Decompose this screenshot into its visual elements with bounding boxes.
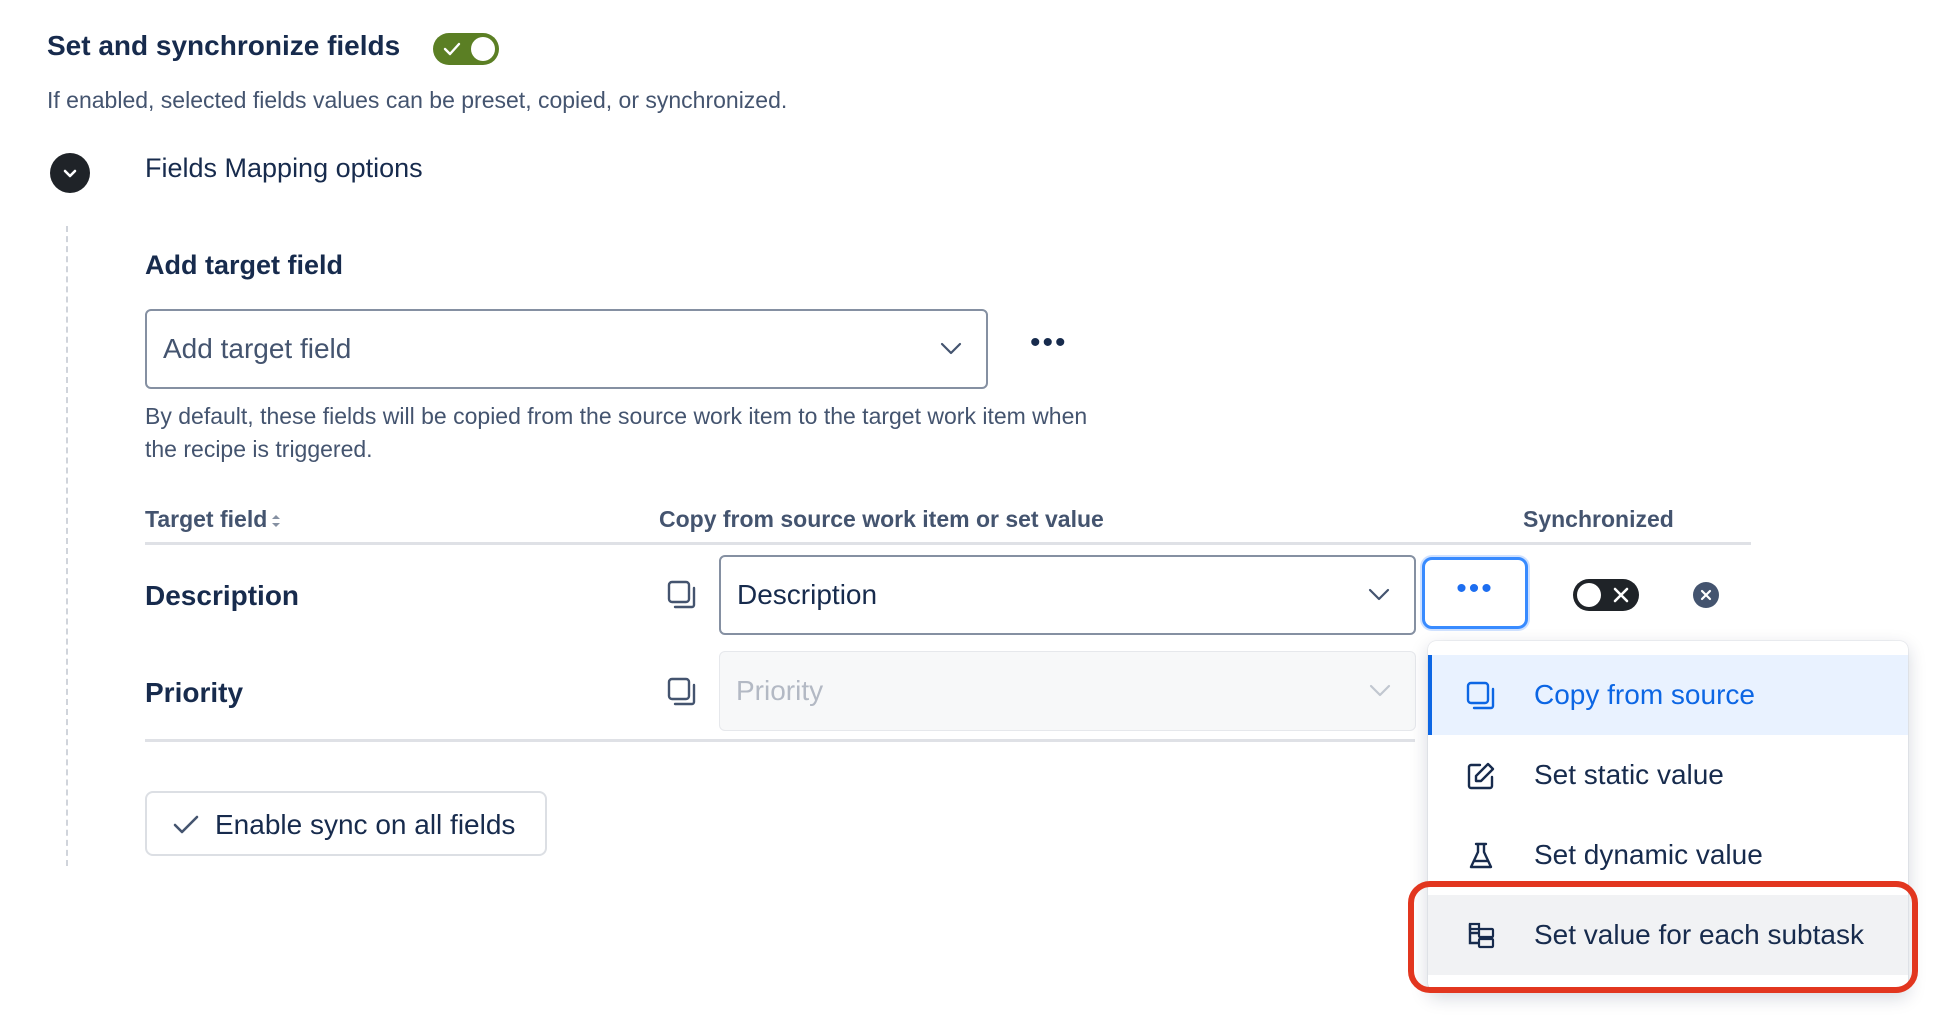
page-title: Set and synchronize fields [47,30,401,61]
column-header-copy-value: Copy from source work item or set value [659,506,1104,532]
collapse-button[interactable] [50,153,90,193]
sort-icon[interactable] [271,513,281,529]
copy-icon [667,580,696,609]
column-header-synchronized: Synchronized [1523,506,1674,532]
section-divider [66,226,68,866]
table-row-target-priority: Priority [145,677,244,708]
chevron-down-icon [63,169,77,178]
synchronized-toggle[interactable] [1573,579,1639,611]
value-select-priority: Priority [719,651,1416,731]
check-icon [443,42,461,56]
annotation-highlight [1408,881,1918,993]
menu-item-label: Set static value [1534,759,1724,790]
menu-item-copy-from-source[interactable]: Copy from source [1428,655,1908,735]
table-bottom-divider [145,739,1415,742]
chevron-down-icon [940,342,962,355]
remove-row-icon[interactable] [1693,582,1719,608]
menu-item-label: Set dynamic value [1534,839,1763,870]
column-header-target-field[interactable]: Target field [145,506,281,533]
fields-mapping-title: Fields Mapping options [145,153,423,183]
menu-item-label: Copy from source [1534,679,1755,710]
enable-sync-all-button[interactable]: Enable sync on all fields [145,791,547,856]
add-target-field-label: Add target field [145,250,344,280]
chevron-down-icon [1368,588,1390,601]
copy-icon [1466,681,1495,710]
check-icon [173,815,199,834]
toggle-knob [1577,583,1601,607]
add-target-field-select[interactable]: Add target field [145,309,988,389]
column-header-label: Target field [145,506,268,532]
more-options-icon[interactable]: ••• [1030,326,1068,360]
value-select-text: Priority [736,675,824,706]
set-sync-fields-toggle[interactable] [433,33,499,65]
section-description: If enabled, selected fields values can b… [47,87,788,113]
value-options-button[interactable]: ••• [1422,557,1528,629]
value-select-description[interactable]: Description [719,555,1416,635]
more-icon: ••• [1456,572,1494,605]
value-select-text: Description [737,579,878,610]
enable-sync-all-label: Enable sync on all fields [215,809,516,840]
copy-icon [667,677,696,706]
flask-icon [1469,842,1493,869]
close-icon [1700,589,1712,601]
menu-item-set-static-value[interactable]: Set static value [1428,735,1908,815]
edit-icon [1467,762,1495,790]
add-target-field-placeholder: Add target field [163,333,352,364]
table-row-target-description: Description [145,580,300,611]
chevron-down-icon [1369,684,1391,697]
toggle-knob [471,37,495,61]
table-header-divider [145,542,1751,545]
close-icon [1613,587,1629,603]
help-text: By default, these fields will be copied … [145,403,1088,462]
